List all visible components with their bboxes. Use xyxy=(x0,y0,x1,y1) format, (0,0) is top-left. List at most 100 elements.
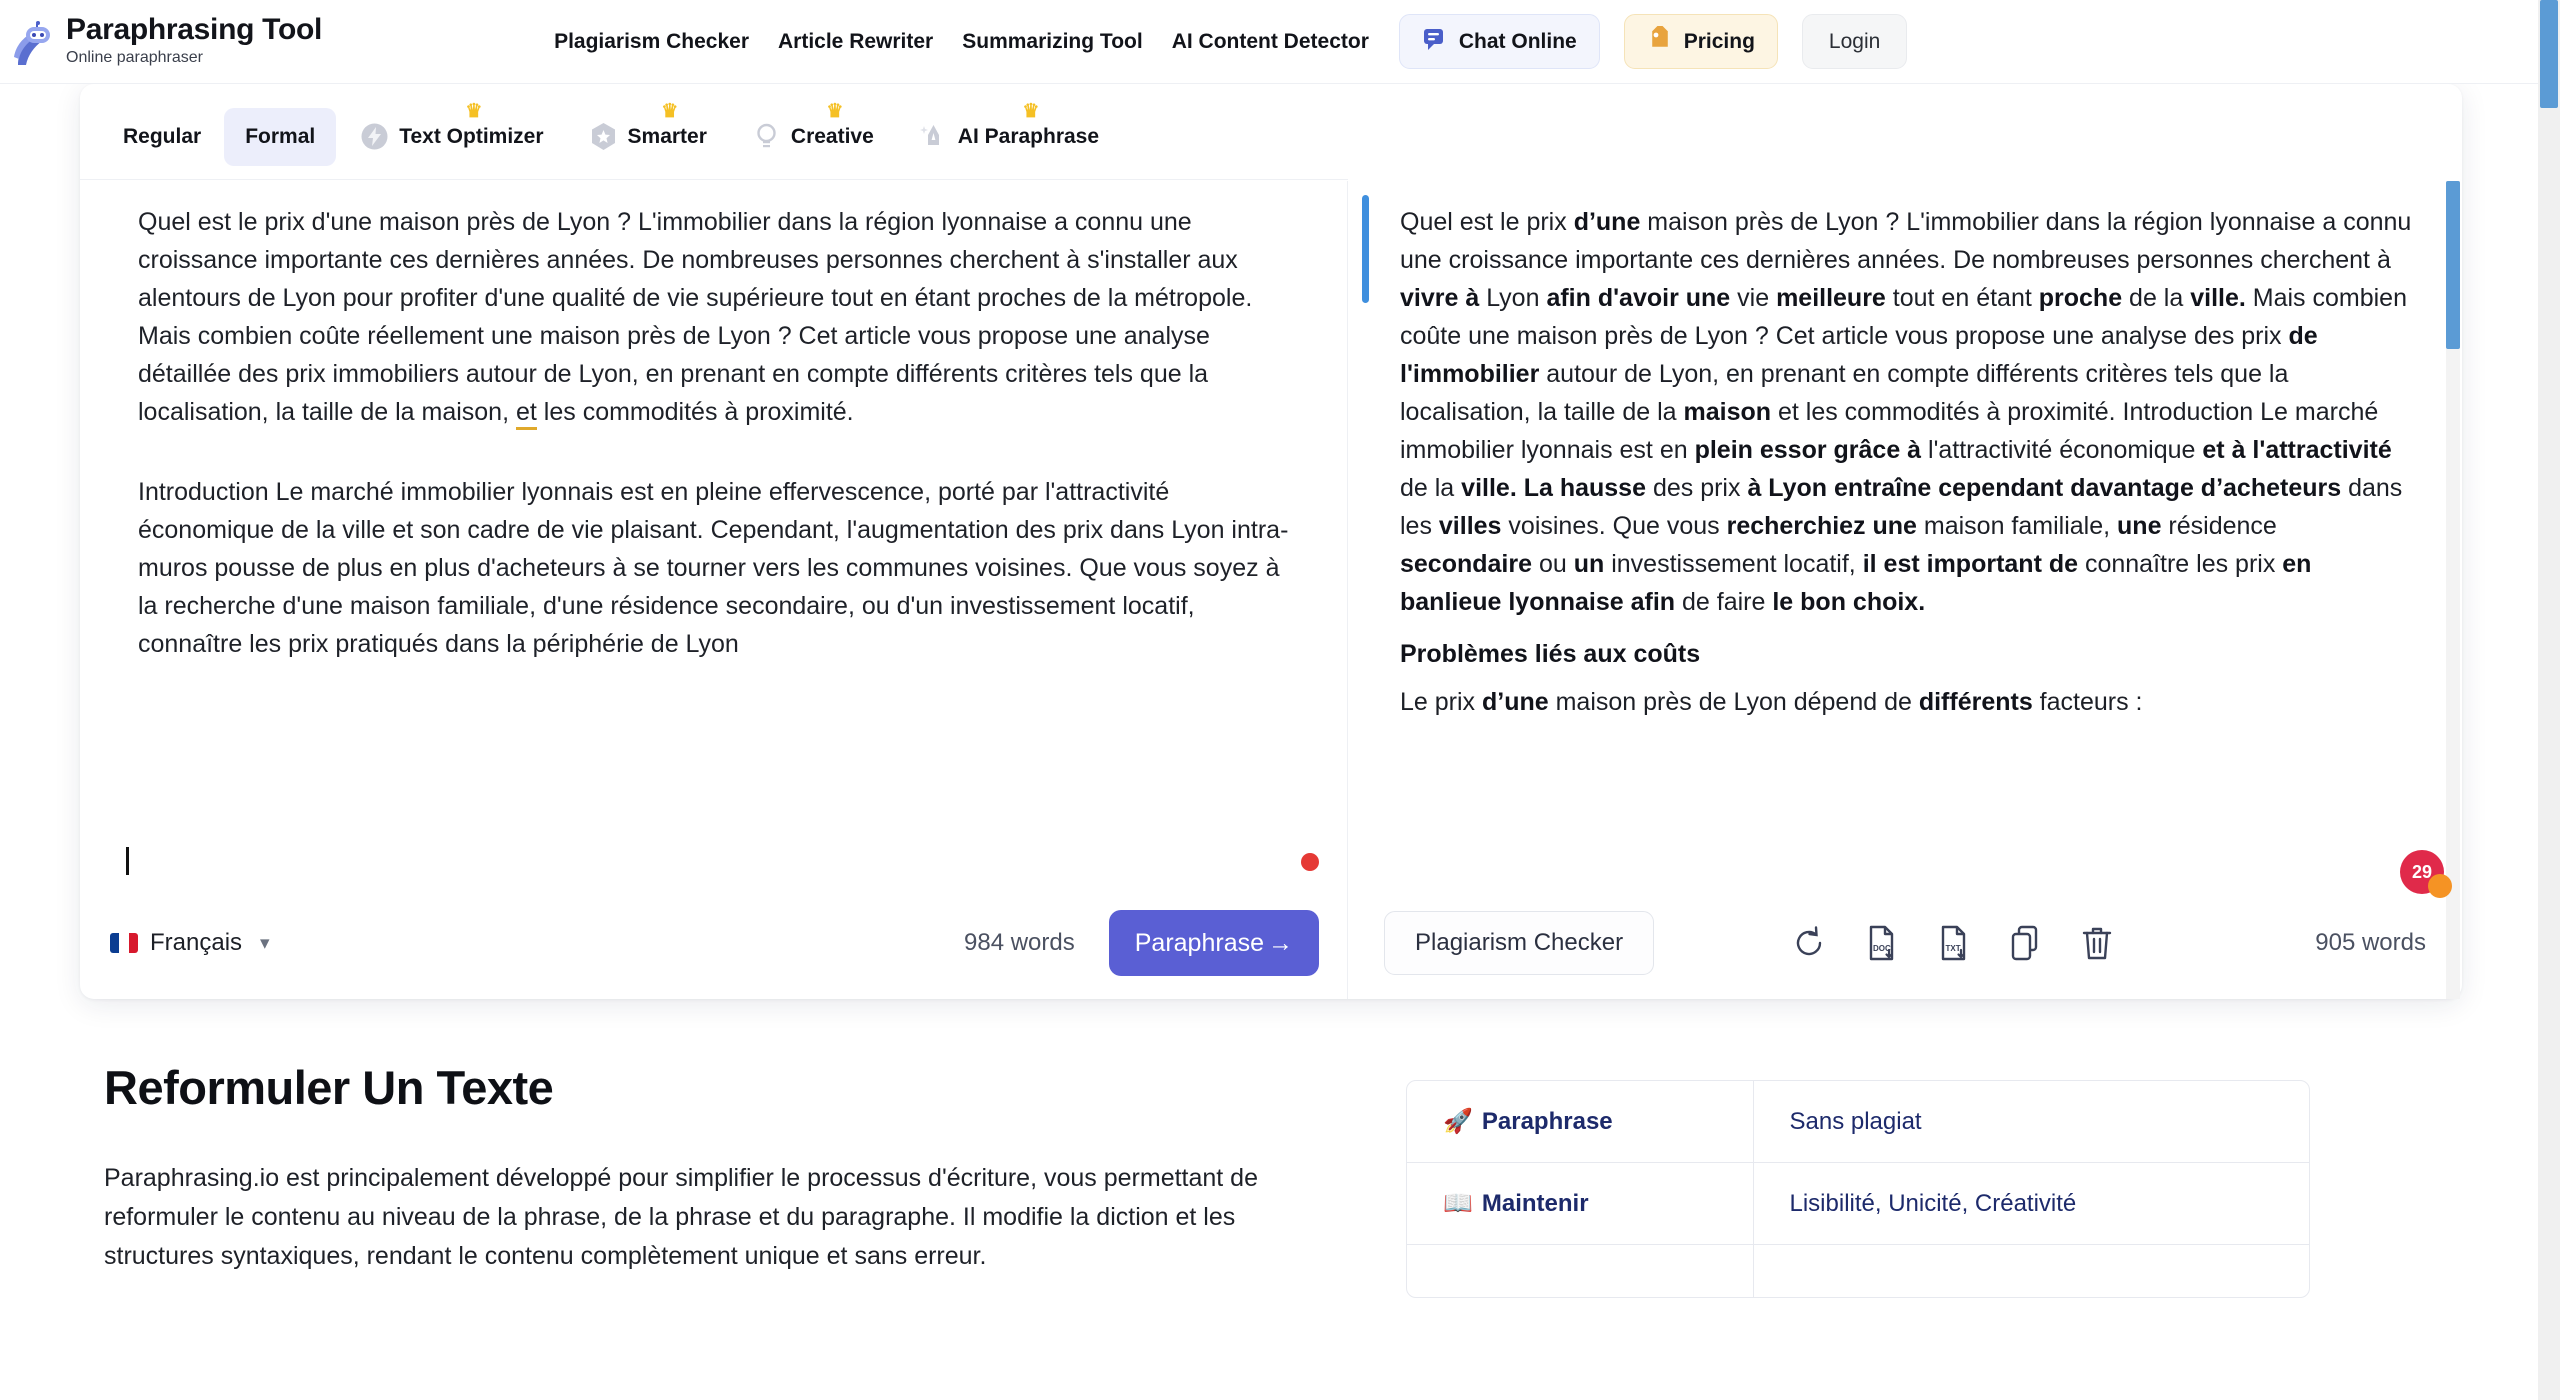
error-marker-dot xyxy=(1301,853,1319,871)
tab-ai-paraphrase[interactable]: ♛ AI Paraphrase xyxy=(897,102,1120,166)
chat-notification-badge[interactable]: 29 xyxy=(2400,850,2456,898)
language-selector[interactable]: Français ▾ xyxy=(110,929,270,957)
lightbulb-icon xyxy=(751,121,782,152)
table-cell-label xyxy=(1407,1244,1754,1297)
table-row xyxy=(1407,1244,2309,1297)
plagiarism-checker-label: Plagiarism Checker xyxy=(1415,929,1624,956)
chat-badge-dot xyxy=(2428,874,2452,898)
tab-label: Smarter xyxy=(627,124,707,148)
paraphrase-button[interactable]: Paraphrase → xyxy=(1108,910,1319,976)
output-text[interactable]: Quel est le prix d’une maison près de Ly… xyxy=(1348,181,2462,887)
brand-logo[interactable]: Paraphrasing Tool Online paraphraser xyxy=(0,14,322,68)
login-button[interactable]: Login xyxy=(1801,14,1908,69)
output-action-icons: DOC TXT xyxy=(1792,925,2114,961)
brand-title: Paraphrasing Tool xyxy=(66,13,323,47)
tab-smarter[interactable]: ♛ Smarter xyxy=(567,102,728,166)
output-highlight: vivre à xyxy=(1400,284,1480,312)
input-editor-panel[interactable]: Quel est le prix d'une maison près de Ly… xyxy=(80,181,1348,999)
input-paragraph-2: Introduction Le marché immobilier lyonna… xyxy=(138,478,1289,658)
output-text-run: résidence xyxy=(2161,512,2277,540)
pricing-button[interactable]: Pricing xyxy=(1623,14,1778,69)
download-txt-icon[interactable]: TXT xyxy=(1936,925,1970,961)
table-cell-label: 📖 Maintenir xyxy=(1407,1162,1754,1245)
output-scrollbar-thumb[interactable] xyxy=(2446,181,2460,349)
tab-text-optimizer[interactable]: ♛ Text Optimizer xyxy=(338,102,564,166)
paraphrasing-tool-card: Regular Formal ♛ Text Optimizer ♛ Smarte… xyxy=(80,84,2462,999)
trash-icon[interactable] xyxy=(2080,925,2114,961)
output-text-run: Quel est le prix xyxy=(1400,208,1574,236)
nav-link-plagiarism-checker[interactable]: Plagiarism Checker xyxy=(554,30,749,54)
table-label-text: Paraphrase xyxy=(1481,1108,1613,1135)
output-word-count: 905 words xyxy=(2315,929,2426,956)
output-highlight: plein essor grâce à xyxy=(1694,436,1922,464)
output-highlight: villes xyxy=(1438,512,1502,540)
page-scrollbar-thumb[interactable] xyxy=(2540,0,2558,108)
crown-icon: ♛ xyxy=(1022,100,1040,122)
arrow-right-icon: → xyxy=(1268,928,1293,957)
grammar-suggestion-word[interactable]: et xyxy=(515,398,537,430)
page-scrollbar[interactable] xyxy=(2538,0,2560,1400)
table-label-text: Maintenir xyxy=(1481,1190,1589,1217)
crown-icon: ♛ xyxy=(661,100,679,122)
output-highlight: d’une xyxy=(1481,688,1549,716)
input-textarea[interactable]: Quel est le prix d'une maison près de Ly… xyxy=(80,181,1347,887)
download-doc-icon[interactable]: DOC xyxy=(1864,925,1898,961)
tab-regular[interactable]: Regular xyxy=(102,108,222,166)
table-row: 🚀 Paraphrase Sans plagiat xyxy=(1407,1081,2309,1163)
output-highlight: différents xyxy=(1918,688,2033,716)
output-text-run: investissement locatif, xyxy=(1604,550,1863,578)
copy-icon[interactable] xyxy=(2008,925,2042,961)
robot-logo-icon xyxy=(12,15,56,67)
lightning-badge-icon xyxy=(359,121,390,152)
output-footer-toolbar: Plagiarism Checker DOC TXT 905 words xyxy=(1348,887,2462,999)
brand-subtitle: Online paraphraser xyxy=(66,48,203,66)
table-cell-value: Sans plagiat xyxy=(1753,1081,2309,1163)
nav-link-ai-content-detector[interactable]: AI Content Detector xyxy=(1172,30,1369,54)
nav-link-summarizing-tool[interactable]: Summarizing Tool xyxy=(962,30,1142,54)
output-text-run: de faire xyxy=(1675,588,1773,616)
paraphrase-button-label: Paraphrase xyxy=(1134,928,1264,957)
output-text-run: voisines. Que vous xyxy=(1501,512,1727,540)
output-text-run: ou xyxy=(1532,550,1574,578)
chat-online-button[interactable]: Chat Online xyxy=(1398,14,1600,69)
table-cell-value: Lisibilité, Unicité, Créativité xyxy=(1753,1162,2309,1245)
page-description: Paraphrasing.io est principalement dével… xyxy=(104,1164,1258,1270)
features-table: 🚀 Paraphrase Sans plagiat 📖 Maintenir Lisi… xyxy=(1406,1080,2310,1298)
login-label: Login xyxy=(1828,29,1881,53)
output-text-run: Le prix xyxy=(1400,688,1482,716)
page-title: Reformuler Un Texte xyxy=(104,1061,554,1114)
output-highlight: secondaire xyxy=(1400,550,1533,578)
input-paragraph-1: Quel est le prix d'une maison près de Ly… xyxy=(138,203,1305,431)
fountain-pen-icon xyxy=(918,121,949,152)
header-actions: Chat Online Pricing Login xyxy=(1398,14,1908,69)
output-highlight: recherchiez une xyxy=(1726,512,1917,540)
tab-label: Regular xyxy=(123,124,202,148)
tab-label: Text Optimizer xyxy=(399,124,544,148)
plagiarism-checker-button[interactable]: Plagiarism Checker xyxy=(1384,911,1655,975)
output-heading: Problèmes liés aux coûts xyxy=(1400,640,1701,668)
price-tag-icon xyxy=(1647,22,1673,58)
refresh-icon[interactable] xyxy=(1792,925,1826,961)
output-highlight: ville. La hausse xyxy=(1461,474,1646,502)
french-flag-icon xyxy=(110,933,138,953)
output-tail-paragraph: Le prix d’une maison près de Lyon dépend… xyxy=(1400,683,2414,721)
language-label: Français xyxy=(150,929,243,956)
star-badge-icon xyxy=(588,121,619,152)
tab-label: Formal xyxy=(245,124,316,148)
page-scrollbar-track[interactable] xyxy=(2538,0,2560,1400)
output-text-run: vie xyxy=(1730,284,1777,312)
nav-link-article-rewriter[interactable]: Article Rewriter xyxy=(778,30,933,54)
tab-formal[interactable]: Formal xyxy=(224,107,337,166)
open-book-icon: 📖 xyxy=(1443,1190,1473,1217)
tab-creative[interactable]: ♛ Creative xyxy=(730,102,895,166)
output-highlight: un xyxy=(1573,550,1605,578)
output-highlight: maison xyxy=(1683,398,1772,426)
output-text-run: maison familiale, xyxy=(1916,512,2118,540)
svg-text:TXT: TXT xyxy=(1946,944,1961,953)
output-text-run: tout en étant xyxy=(1885,284,2039,312)
main-navigation: Plagiarism Checker Article Rewriter Summ… xyxy=(554,30,1369,54)
output-highlight: proche xyxy=(2038,284,2123,312)
rocket-icon: 🚀 xyxy=(1443,1108,1473,1135)
output-highlight: d’une xyxy=(1573,208,1641,236)
output-editor-panel[interactable]: Quel est le prix d’une maison près de Ly… xyxy=(1348,181,2462,999)
